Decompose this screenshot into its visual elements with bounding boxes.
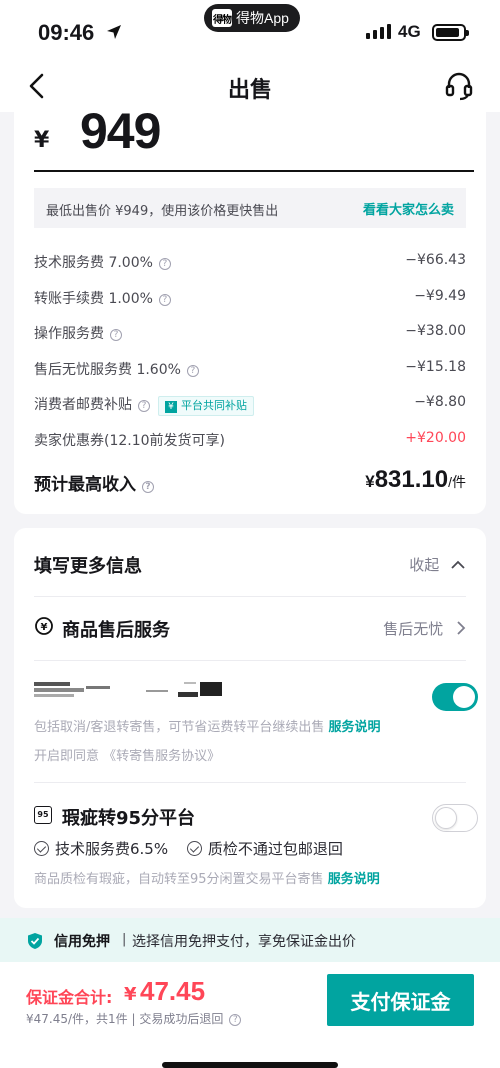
divider <box>34 660 466 661</box>
service-info-link[interactable]: 服务说明 <box>329 720 381 735</box>
chevron-up-icon <box>451 560 465 569</box>
help-icon[interactable]: ? <box>142 481 154 493</box>
notice-title: 信用免押 <box>54 934 110 950</box>
price-currency: ¥ <box>34 128 50 153</box>
fee-row: 操作服务费? −¥38.00 <box>34 321 466 345</box>
divider <box>34 596 466 597</box>
flaw-checks: 技术服务费6.5% 质检不通过包邮退回 <box>34 838 357 859</box>
help-icon[interactable]: ? <box>158 258 171 270</box>
help-icon[interactable]: ? <box>158 294 171 306</box>
fee-label: 技术服务费 7.00% <box>34 255 153 271</box>
page-title: 出售 <box>227 78 272 103</box>
network-type: 4G <box>398 22 421 41</box>
more-info-title: 填写更多信息 <box>34 556 142 577</box>
fee-value: −¥8.80 <box>414 394 466 410</box>
divider <box>34 782 466 783</box>
fee-value: −¥38.00 <box>405 323 466 339</box>
headset-icon[interactable] <box>444 70 474 102</box>
after-sale-desc: 包括取消/客退转寄售，可节省运费转平台继续出售 服务说明 <box>34 720 381 735</box>
fee-row: 技术服务费 7.00%? −¥66.43 <box>34 250 466 274</box>
check-item: 质检不通过包邮退回 <box>207 840 343 858</box>
notice-sep: | <box>122 932 127 947</box>
more-info-header[interactable]: 填写更多信息 收起 <box>34 542 466 586</box>
more-info-card: 填写更多信息 收起 ¥ 商品售后服务 售后无忧 包括取消/客退转寄售，可节省运费… <box>14 528 486 908</box>
95-icon: 95 <box>34 806 52 824</box>
deposit-subtext: ¥47.45/件，共1件 | 交易成功后退回? <box>26 1010 242 1027</box>
expected-income-row: 预计最高收入? ¥831.10/件 <box>34 466 466 498</box>
signal-icon <box>366 24 391 39</box>
check-circle-icon <box>34 841 49 856</box>
status-bar: 09:46 得物 得物App 4G <box>0 0 500 62</box>
status-time: 09:46 <box>38 20 95 45</box>
flaw-desc: 商品质检有瑕疵，自动转至95分闲置交易平台寄售 服务说明 <box>34 872 380 887</box>
deposit-value: 47.45 <box>140 976 206 1006</box>
help-icon[interactable]: ? <box>229 1014 242 1026</box>
fee-value: −¥9.49 <box>414 288 466 304</box>
notice-text: 选择信用免押支付，享免保证金出价 <box>132 934 356 950</box>
svg-text:¥: ¥ <box>41 622 48 633</box>
pay-deposit-button[interactable]: 支付保证金 <box>327 974 474 1026</box>
coupon-label: 卖家优惠券(12.10前发货可享) <box>34 433 226 449</box>
coupon-value: +¥20.00 <box>405 430 466 446</box>
flaw-title: 瑕疵转95分平台 <box>62 808 196 829</box>
tip-text: 最低出售价 ¥949，使用该价格更快售出 <box>46 204 279 219</box>
coupon-row: 卖家优惠券(12.10前发货可享) +¥20.00 <box>34 428 466 452</box>
agreement-link[interactable]: 《转寄售服务协议》 <box>103 749 220 764</box>
deposit-label: 保证金合计: <box>26 988 113 1007</box>
income-currency: ¥ <box>365 472 375 491</box>
see-others-link[interactable]: 看看大家怎么卖 <box>363 199 454 218</box>
fee-row: 转账手续费 1.00%? −¥9.49 <box>34 286 466 310</box>
yen-icon: ¥ <box>165 401 177 413</box>
expected-income-label: 预计最高收入 <box>34 475 136 495</box>
check-circle-icon <box>186 841 202 856</box>
after-sale-value: 售后无忧 <box>383 620 444 638</box>
fee-label: 转账手续费 1.00% <box>34 291 153 307</box>
credit-free-notice[interactable]: 信用免押 | 选择信用免押支付，享免保证金出价 <box>0 918 500 962</box>
shield-check-icon <box>28 933 42 949</box>
app-logo: 得物 <box>212 9 232 27</box>
app-switch-pill[interactable]: 得物 得物App <box>204 4 300 32</box>
platform-subsidy-badge: ¥ 平台共同补贴 <box>158 396 254 416</box>
agreement-text: 开启即同意 《转寄售服务协议》 <box>34 749 221 764</box>
price-input[interactable]: ¥ 949 <box>34 103 474 172</box>
price-card: ¥ 949 最低出售价 ¥949，使用该价格更快售出 看看大家怎么卖 技术服务费… <box>14 103 486 514</box>
fee-row: 消费者邮费补贴? ¥ 平台共同补贴 −¥8.80 <box>34 392 466 416</box>
flaw-service-info-link[interactable]: 服务说明 <box>328 872 380 887</box>
app-name: 得物App <box>236 10 289 26</box>
deposit-currency: ¥ <box>124 984 137 1005</box>
fee-value: −¥15.18 <box>405 359 466 375</box>
collapse-label: 收起 <box>409 556 440 574</box>
help-icon[interactable]: ? <box>110 329 122 341</box>
fee-row: 售后无忧服务费 1.60%? −¥15.18 <box>34 357 466 381</box>
redacted-service-name <box>34 682 222 697</box>
income-value: 831.10 <box>374 466 449 493</box>
income-unit: /件 <box>448 474 466 490</box>
checkout-footer: 保证金合计: ¥ 47.45 ¥47.45/件，共1件 | 交易成功后退回? 支… <box>0 962 500 1068</box>
badge-text: 平台共同补贴 <box>181 399 247 412</box>
after-sale-toggle[interactable] <box>432 683 478 711</box>
refresh-yen-icon: ¥ <box>35 617 53 635</box>
check-item: 技术服务费6.5% <box>55 840 169 858</box>
fee-label: 消费者邮费补贴 <box>34 397 132 413</box>
after-sale-header[interactable]: ¥ 商品售后服务 售后无忧 <box>34 606 466 650</box>
help-icon[interactable]: ? <box>186 365 199 377</box>
flaw-toggle[interactable] <box>432 804 478 832</box>
lowest-price-tip: 最低出售价 ¥949，使用该价格更快售出 看看大家怎么卖 <box>34 188 466 228</box>
fee-label: 售后无忧服务费 1.60% <box>34 362 181 378</box>
after-sale-title: 商品售后服务 <box>62 620 170 641</box>
fee-value: −¥66.43 <box>405 252 466 268</box>
home-indicator <box>162 1062 338 1068</box>
help-icon[interactable]: ? <box>138 400 150 412</box>
nav-bar: 出售 <box>0 62 500 112</box>
battery-icon <box>432 24 469 41</box>
location-arrow-icon <box>107 25 121 39</box>
flaw-header: 95 瑕疵转95分平台 <box>34 794 466 838</box>
fee-label: 操作服务费 <box>34 326 104 342</box>
chevron-right-icon <box>457 621 466 635</box>
price-value: 949 <box>80 103 161 159</box>
